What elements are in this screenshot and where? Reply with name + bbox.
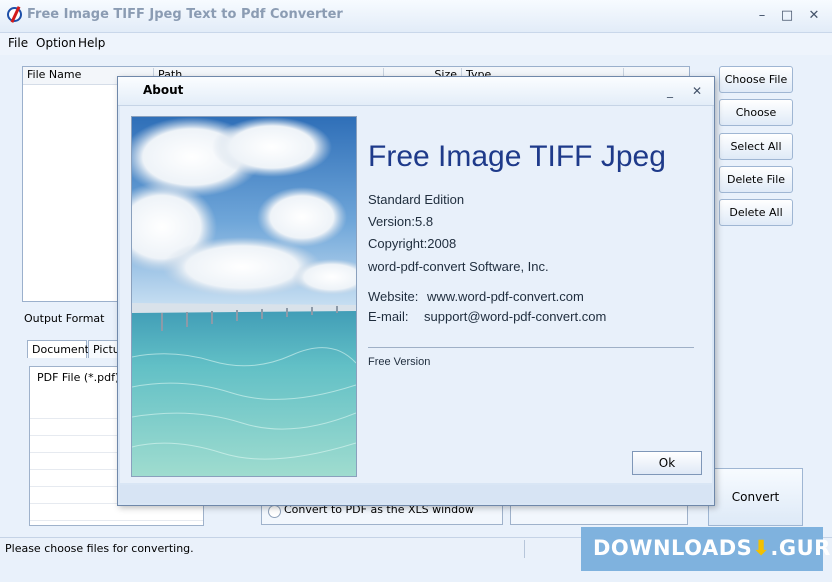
delete-all-button[interactable]: Delete All (719, 199, 793, 226)
status-divider (524, 540, 525, 558)
menu-bar: File Option Help (0, 33, 832, 55)
close-button[interactable]: ✕ (803, 6, 825, 26)
menu-help[interactable]: Help (78, 36, 105, 50)
app-logo-icon (7, 7, 22, 22)
convert-button[interactable]: Convert (708, 468, 803, 526)
status-text: Please choose files for converting. (5, 542, 194, 555)
window-title: Free Image TIFF Jpeg Text to Pdf Convert… (27, 7, 343, 22)
maximize-button[interactable]: □ (776, 6, 798, 26)
tab-document[interactable]: Document (27, 340, 89, 358)
delete-file-button[interactable]: Delete File (719, 166, 793, 193)
output-format-label: Output Format (24, 312, 105, 325)
ok-button[interactable]: Ok (632, 451, 702, 475)
email-label: E-mail: (368, 309, 409, 324)
about-body: Free Image TIFF Jpeg Standard Edition Ve… (120, 106, 712, 483)
select-all-button[interactable]: Select All (719, 133, 793, 160)
download-arrow-icon: ⬇ (752, 536, 771, 560)
company-text: word-pdf-convert Software, Inc. (368, 259, 549, 274)
website-link[interactable]: www.word-pdf-convert.com (427, 289, 584, 304)
website-label: Website: (368, 289, 419, 304)
watermark-suffix: .GURU (770, 536, 832, 560)
about-title-bar: About _ ✕ (118, 77, 714, 106)
beach-pier-photo (131, 116, 357, 477)
product-name: Free Image TIFF Jpeg (368, 140, 666, 173)
about-dialog: About _ ✕ Free Image TIFF Jpeg Standard … (117, 76, 715, 506)
watermark-brand: DOWNLOADS (593, 536, 753, 560)
email-link[interactable]: support@word-pdf-convert.com (424, 309, 606, 324)
minimize-button[interactable]: – (751, 6, 773, 26)
choose-folder-button[interactable]: Choose Folder (719, 99, 793, 144)
license-text: Free Version (368, 356, 431, 368)
watermark-text: DOWNLOADS⬇.GURU (593, 536, 832, 560)
watermark-banner: DOWNLOADS⬇.GURU (581, 527, 832, 571)
about-minimize-button[interactable]: _ (661, 82, 679, 100)
edition-text: Standard Edition (368, 192, 465, 207)
title-bar: Free Image TIFF Jpeg Text to Pdf Convert… (0, 0, 832, 33)
about-footer (120, 485, 712, 503)
menu-file[interactable]: File (8, 36, 28, 50)
copyright-text: Copyright:2008 (368, 236, 457, 251)
format-pdf-item[interactable]: PDF File (*.pdf) (37, 371, 119, 384)
menu-option[interactable]: Option (36, 36, 76, 50)
beach-pier-image (132, 117, 356, 476)
version-text: Version:5.8 (368, 214, 434, 229)
choose-file-button[interactable]: Choose File (719, 66, 793, 93)
about-title: About (143, 83, 184, 97)
xls-radio[interactable] (268, 505, 281, 518)
divider (368, 347, 694, 348)
about-close-button[interactable]: ✕ (688, 82, 706, 100)
